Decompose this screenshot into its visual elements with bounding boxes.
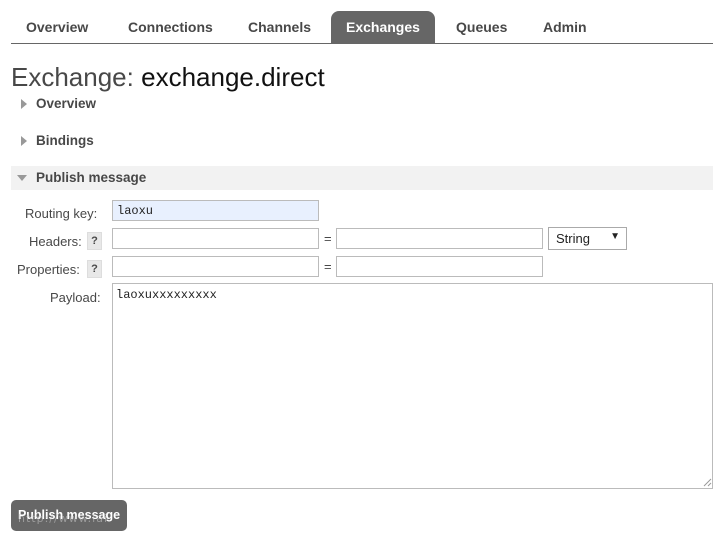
section-bindings-toggle[interactable]: Bindings	[11, 129, 713, 153]
payload-textarea[interactable]: laoxuxxxxxxxxx	[112, 283, 713, 489]
property-key-input[interactable]	[112, 256, 319, 277]
properties-label: Properties:	[17, 262, 80, 277]
payload-label: Payload:	[50, 290, 101, 305]
section-publish-toggle[interactable]: Publish message	[11, 166, 713, 190]
page-title-prefix: Exchange:	[11, 62, 134, 92]
routing-key-input[interactable]	[112, 200, 319, 221]
dropdown-arrow-icon: ▼	[610, 231, 620, 242]
properties-equals-sign: =	[324, 259, 332, 274]
tab-overview[interactable]: Overview	[11, 11, 103, 43]
tab-exchanges[interactable]: Exchanges	[331, 11, 435, 43]
exchange-name: exchange.direct	[141, 62, 325, 92]
resize-grip-icon[interactable]	[703, 478, 712, 487]
collapsed-arrow-icon	[21, 99, 27, 109]
headers-equals-sign: =	[324, 231, 332, 246]
collapsed-arrow-icon	[21, 136, 27, 146]
tab-queues[interactable]: Queues	[441, 11, 522, 43]
header-type-value: String	[556, 231, 590, 246]
header-value-input[interactable]	[336, 228, 543, 249]
headers-help-button[interactable]: ?	[87, 232, 102, 250]
publish-message-button[interactable]: Publish message	[11, 500, 127, 531]
routing-key-label: Routing key:	[25, 206, 98, 221]
section-bindings-label: Bindings	[36, 133, 94, 148]
property-value-input[interactable]	[336, 256, 543, 277]
section-publish-label: Publish message	[36, 170, 147, 185]
section-overview-label: Overview	[36, 96, 97, 111]
header-type-select[interactable]: String ▼	[548, 227, 627, 250]
properties-help-button[interactable]: ?	[87, 260, 102, 278]
section-overview-toggle[interactable]: Overview	[11, 92, 713, 116]
expanded-arrow-icon	[17, 175, 27, 181]
tab-connections[interactable]: Connections	[113, 11, 228, 43]
page-title: Exchange: exchange.direct	[11, 62, 325, 93]
main-nav: Overview Connections Channels Exchanges …	[11, 11, 713, 44]
tab-channels[interactable]: Channels	[233, 11, 326, 43]
tab-admin[interactable]: Admin	[528, 11, 602, 43]
headers-label: Headers:	[29, 234, 82, 249]
header-key-input[interactable]	[112, 228, 319, 249]
